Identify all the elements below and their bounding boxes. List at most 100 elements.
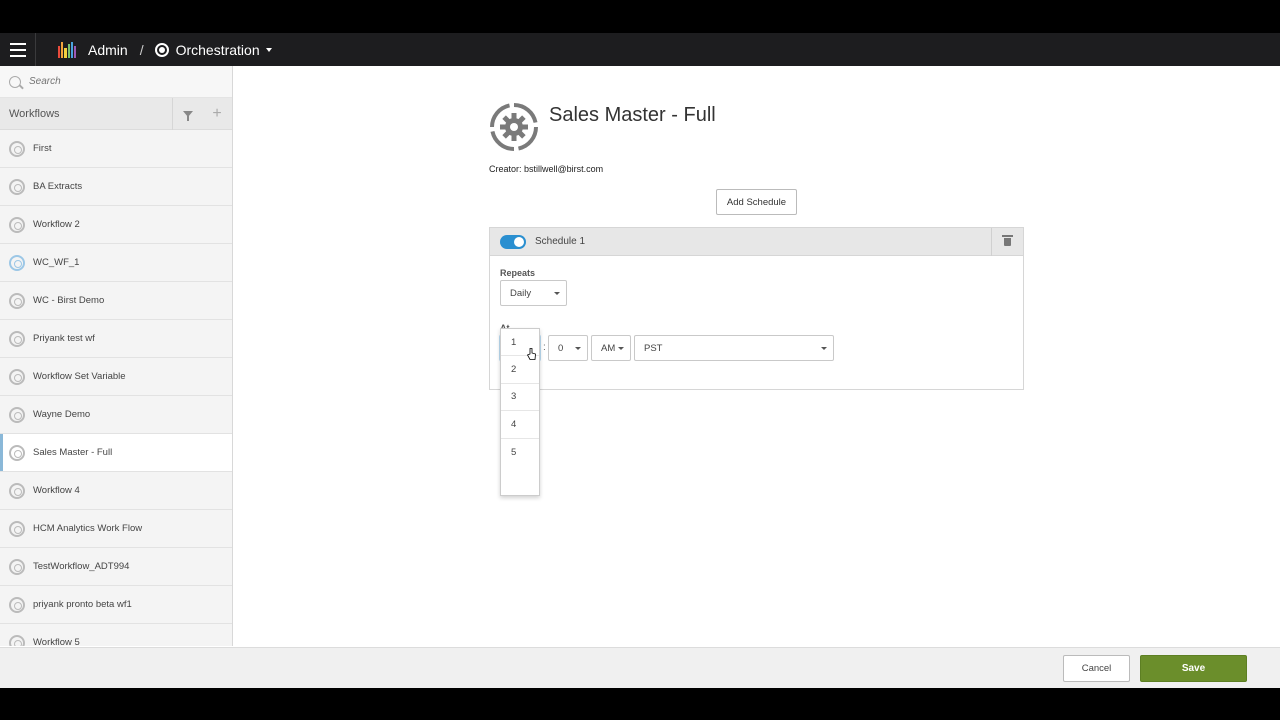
birst-logo-icon	[58, 41, 77, 58]
workflow-gear-icon	[9, 406, 25, 423]
workflow-list-item[interactable]: WC_WF_1	[0, 244, 232, 282]
workflow-gear-icon	[9, 520, 25, 537]
workflow-gear-icon	[9, 254, 25, 271]
timezone-value: PST	[644, 342, 663, 354]
menu-icon[interactable]	[0, 33, 36, 66]
breadcrumb-separator: /	[139, 41, 144, 58]
letterbox-top	[0, 0, 1280, 33]
workflow-gear-icon	[9, 368, 25, 385]
workflow-list-item[interactable]: Workflow 5	[0, 624, 232, 646]
chevron-down-icon	[554, 292, 560, 295]
workflow-list-item[interactable]: Workflow 4	[0, 472, 232, 510]
delete-schedule-button[interactable]	[991, 227, 1023, 256]
breadcrumb-orchestration[interactable]: Orchestration	[176, 42, 260, 58]
schedule-card-header: Schedule 1	[490, 227, 1023, 256]
repeats-select[interactable]: Daily	[500, 280, 567, 306]
workflow-label: Workflow 5	[33, 637, 80, 646]
time-colon: :	[543, 342, 546, 353]
creator-text: Creator: bstillwell@birst.com	[489, 164, 604, 174]
chevron-down-icon	[821, 347, 827, 350]
sidebar: Workflows + First BA Extracts Workflow 2 WC…	[0, 66, 233, 646]
workflow-list-item[interactable]: HCM Analytics Work Flow	[0, 510, 232, 548]
workflow-label: WC_WF_1	[33, 257, 80, 268]
logo-bar	[64, 47, 67, 58]
schedule-name: Schedule 1	[535, 236, 586, 247]
hour-option[interactable]: 4	[501, 411, 539, 439]
schedule-card: Schedule 1 Repeats Daily At 12 : 0 AM	[489, 227, 1024, 390]
ampm-value: AM	[601, 342, 616, 354]
workflow-gear-icon	[9, 140, 25, 157]
repeats-label: Repeats	[500, 268, 536, 278]
workflow-gear-icon	[9, 444, 25, 461]
workflows-title: Workflows	[9, 107, 60, 120]
hour-option[interactable]: 2	[501, 356, 539, 384]
workflow-list-item[interactable]: TestWorkflow_ADT994	[0, 548, 232, 586]
filter-button[interactable]	[172, 97, 202, 130]
workflow-gear-icon	[490, 103, 538, 151]
timezone-select[interactable]: PST	[634, 335, 834, 361]
chevron-down-icon[interactable]	[265, 47, 272, 52]
workflow-label: First	[33, 143, 52, 154]
logo-bar	[67, 43, 70, 58]
workflow-label: Sales Master - Full	[33, 447, 113, 458]
add-workflow-button[interactable]: +	[202, 98, 232, 130]
workflow-title: Sales Master - Full	[549, 104, 716, 126]
workflow-list-item[interactable]: WC - Birst Demo	[0, 282, 232, 320]
workflow-label: Workflow 2	[33, 219, 80, 230]
trash-icon	[1002, 234, 1013, 246]
workflow-label: TestWorkflow_ADT994	[33, 561, 130, 572]
hour-option[interactable]: 5	[501, 439, 539, 466]
workflow-list-item[interactable]: Workflow Set Variable	[0, 358, 232, 396]
workflow-gear-icon	[9, 292, 25, 309]
workflow-label: Wayne Demo	[33, 409, 91, 420]
workflow-label: WC - Birst Demo	[33, 295, 105, 306]
cancel-button[interactable]: Cancel	[1063, 655, 1130, 682]
chevron-down-icon	[618, 347, 624, 350]
workflow-gear-icon	[9, 482, 25, 499]
workflow-gear-icon	[9, 330, 25, 347]
workflow-label: Workflow Set Variable	[33, 371, 126, 382]
workflow-label: Workflow 4	[33, 485, 80, 496]
orchestration-icon	[154, 42, 169, 57]
add-schedule-button[interactable]: Add Schedule	[716, 189, 797, 215]
letterbox-bottom	[0, 688, 1280, 720]
workflow-list-item[interactable]: First	[0, 130, 232, 168]
logo-bar	[61, 41, 64, 58]
minute-select[interactable]: 0	[548, 335, 588, 361]
workflow-list-item[interactable]: Wayne Demo	[0, 396, 232, 434]
workflow-gear-icon	[9, 596, 25, 613]
workflow-list-item[interactable]: BA Extracts	[0, 168, 232, 206]
workflow-list: First BA Extracts Workflow 2 WC_WF_1 WC - Bi…	[0, 130, 232, 646]
schedule-toggle[interactable]	[500, 234, 526, 249]
save-button[interactable]: Save	[1140, 655, 1247, 682]
workflow-gear-icon	[9, 178, 25, 195]
hour-option[interactable]: 3	[501, 384, 539, 412]
workflow-label: Priyank test wf	[33, 333, 95, 344]
workflow-list-item[interactable]: priyank pronto beta wf1	[0, 586, 232, 624]
search-icon	[9, 75, 21, 88]
top-bar: Admin / Orchestration	[0, 33, 1280, 66]
repeats-value: Daily	[510, 287, 532, 299]
workflow-label: BA Extracts	[33, 181, 83, 192]
logo-bar	[73, 45, 77, 58]
search-input[interactable]	[29, 76, 209, 87]
workflow-gear-icon	[9, 216, 25, 233]
workflows-header: Workflows +	[0, 97, 232, 130]
logo-bar	[70, 41, 73, 58]
search-bar	[0, 66, 232, 98]
ampm-select[interactable]: AM	[591, 335, 631, 361]
breadcrumb-admin[interactable]: Admin	[88, 42, 128, 58]
main-panel: Sales Master - Full Creator: bstillwell@…	[234, 66, 1280, 646]
workflow-list-item[interactable]: Priyank test wf	[0, 320, 232, 358]
filter-icon	[182, 110, 193, 121]
workflow-list-item[interactable]: Workflow 2	[0, 206, 232, 244]
workflow-list-item[interactable]: Sales Master - Full	[0, 434, 232, 472]
workflow-label: HCM Analytics Work Flow	[33, 523, 143, 534]
pointer-cursor-icon	[527, 348, 536, 360]
workflow-label: priyank pronto beta wf1	[33, 599, 132, 610]
chevron-down-icon	[575, 347, 581, 350]
workflow-gear-icon	[9, 558, 25, 575]
footer-bar: Cancel Save	[0, 647, 1280, 688]
app-window: Admin / Orchestration Workflows + First B…	[0, 33, 1280, 688]
logo-bar	[58, 45, 61, 58]
